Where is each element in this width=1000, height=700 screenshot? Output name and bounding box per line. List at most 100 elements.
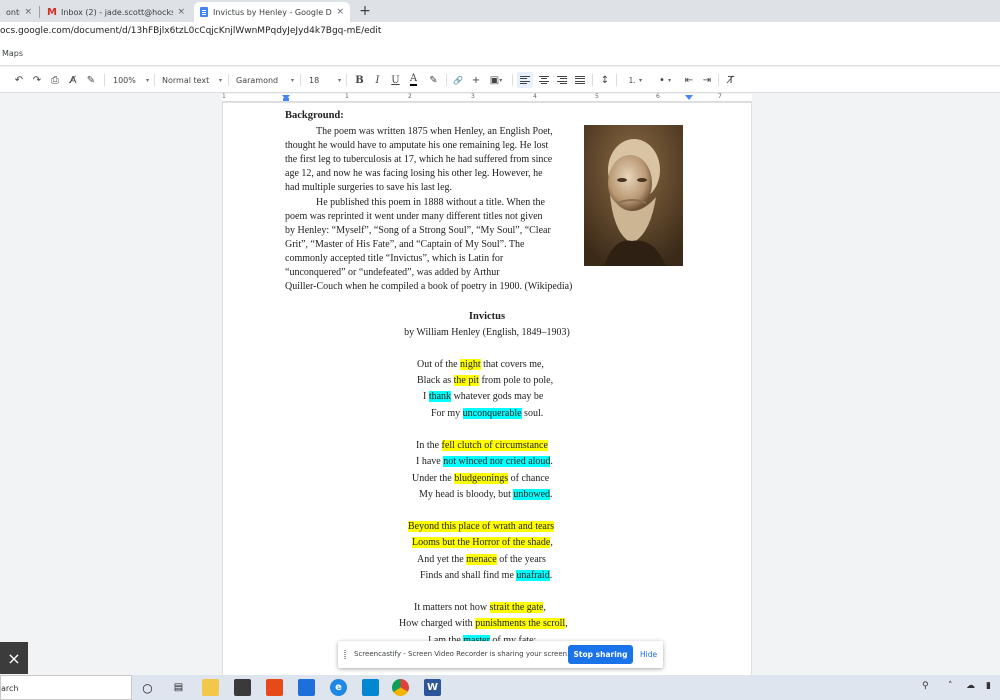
text-line: “unconquered” or “undefeated”, was added…	[285, 267, 500, 278]
align-left-button[interactable]	[517, 72, 533, 88]
insert-image-button[interactable]: ▣ ▾	[487, 72, 505, 88]
underline-button[interactable]: U	[389, 72, 402, 88]
ruler-number: 1	[222, 93, 226, 100]
align-right-button[interactable]	[555, 72, 569, 88]
bookmark-maps[interactable]: Maps	[2, 49, 23, 58]
ruler-number: 2	[408, 93, 412, 100]
comment-icon: +	[471, 74, 481, 86]
stop-sharing-button[interactable]: Stop sharing	[568, 645, 633, 664]
highlight-color-button[interactable]: ✎	[427, 72, 440, 88]
office-icon[interactable]	[266, 679, 283, 696]
ruler-number: 3	[471, 93, 475, 100]
microphone-icon[interactable]: ▮	[986, 681, 991, 691]
insert-link-button[interactable]: 🔗	[451, 72, 465, 88]
decrease-indent-button[interactable]: ⇤	[682, 72, 696, 88]
edge-icon[interactable]: e	[330, 679, 347, 696]
bold-button[interactable]: B	[353, 72, 366, 88]
cortana-icon[interactable]: ○	[139, 679, 156, 696]
new-tab-button[interactable]: +	[356, 2, 374, 20]
increase-indent-button[interactable]: ⇥	[700, 72, 714, 88]
poem-line: For my unconquerable soul.	[431, 408, 544, 419]
redo-button[interactable]: ↷	[30, 72, 44, 88]
toolbar-divider	[300, 74, 301, 86]
chevron-up-icon[interactable]: ˄	[948, 681, 953, 691]
right-indent-marker[interactable]	[685, 95, 693, 100]
hide-button[interactable]: Hide	[640, 650, 657, 659]
highlight-yellow: Beyond this place of wrath and tears	[408, 521, 555, 532]
task-view-icon[interactable]: ▤	[170, 679, 187, 696]
tab-divider	[39, 6, 40, 18]
url-text[interactable]: ocs.google.com/document/d/13hFBjlx6tzL0c…	[0, 26, 381, 36]
align-center-button[interactable]	[537, 72, 551, 88]
paragraph-style-select[interactable]: Normal text ▾	[162, 72, 222, 88]
numbered-list-button[interactable]: ⒈ ▾	[622, 72, 648, 88]
browser-tab-strip: ontranet × M Inbox (2) - jade.scott@hock…	[0, 0, 1000, 22]
screen-share-notification: Screencastify - Screen Video Recorder is…	[338, 641, 663, 668]
style-value: Normal text	[162, 75, 210, 85]
app-icon[interactable]	[362, 679, 379, 696]
chevron-down-icon: ▾	[218, 76, 222, 84]
line-spacing-button[interactable]: ↕	[598, 72, 612, 88]
numbered-list-icon: ⒈	[627, 75, 636, 85]
chevron-down-icon: ▾	[667, 76, 671, 84]
poem-line: Under the bludgeonings of chance	[412, 473, 550, 484]
close-icon[interactable]: ×	[24, 7, 32, 17]
bulleted-list-button[interactable]: • ▾	[652, 72, 678, 88]
word-icon[interactable]: W	[424, 679, 441, 696]
link-icon: 🔗	[453, 75, 463, 85]
highlight-cyan: thank	[428, 391, 452, 402]
poem-line: It matters not how strait the gate,	[414, 602, 546, 613]
henley-portrait-image[interactable]	[584, 125, 683, 266]
toolbar-divider	[616, 74, 617, 86]
zoom-select[interactable]: 100% ▾	[113, 72, 149, 88]
drag-handle-icon[interactable]	[344, 650, 346, 659]
font-size-select[interactable]: 18 ▾	[309, 72, 341, 88]
chrome-icon[interactable]	[392, 679, 409, 696]
chevron-down-icon: ▾	[337, 76, 341, 84]
highlight-yellow: Looms but the Horror of the shade	[412, 537, 551, 548]
close-icon[interactable]: ×	[177, 7, 185, 17]
document-page[interactable]: Background: The poem was written 1875 wh…	[223, 103, 751, 675]
store-icon[interactable]	[234, 679, 251, 696]
people-icon[interactable]: ⚲	[922, 681, 929, 691]
tab-google-docs[interactable]: Invictus by Henley - Google Docs ×	[194, 2, 350, 22]
justify-button[interactable]	[573, 72, 587, 88]
close-icon[interactable]: ×	[336, 7, 344, 17]
file-explorer-icon[interactable]	[202, 679, 219, 696]
bulleted-list-icon: •	[659, 74, 665, 86]
line-spacing-icon: ↕	[600, 74, 610, 86]
highlight-yellow: night	[460, 359, 481, 370]
add-comment-button[interactable]: +	[469, 72, 483, 88]
onedrive-icon[interactable]: ☁	[966, 681, 975, 691]
mail-icon[interactable]	[298, 679, 315, 696]
tab-gmail-inbox[interactable]: M Inbox (2) - jade.scott@hocksd.org ×	[41, 2, 191, 22]
poem-line: Beyond this place of wrath and tears	[408, 521, 555, 532]
search-placeholder: arch	[1, 684, 19, 693]
ruler-number: 5	[595, 93, 599, 100]
taskbar-search-box[interactable]: arch	[0, 675, 132, 700]
close-overlay-button[interactable]: ×	[0, 642, 28, 674]
docs-toolbar: ↶ ↷ ⎙ A̸ ✎ 100% ▾ Normal text ▾ Garamond…	[0, 67, 1000, 93]
paint-format-button[interactable]: ✎	[84, 72, 98, 88]
highlight-cyan: unbowed	[513, 489, 551, 500]
spellcheck-button[interactable]: A̸	[66, 72, 80, 88]
indent-decrease-icon: ⇤	[684, 74, 694, 86]
text-line: poem was reprinted it went under many di…	[285, 211, 543, 222]
text-line: had multiple surgeries to save his last …	[285, 182, 453, 193]
left-indent-marker[interactable]	[283, 98, 289, 101]
tab-intranet[interactable]: ontranet ×	[0, 2, 38, 22]
zoom-value: 100%	[113, 75, 136, 85]
clear-formatting-button[interactable]: T̸	[724, 72, 738, 88]
ruler[interactable]: 1 1 2 3 4 5 6 7	[222, 93, 752, 102]
text-line: thought he would have to amputate his on…	[285, 140, 549, 151]
print-button[interactable]: ⎙	[48, 72, 62, 88]
poem-line: I thank whatever gods may be	[423, 391, 544, 402]
highlight-yellow: menace	[466, 554, 497, 565]
italic-button[interactable]: I	[371, 72, 384, 88]
text-color-button[interactable]: A	[407, 72, 420, 88]
font-value: Garamond	[236, 75, 279, 85]
font-family-select[interactable]: Garamond ▾	[236, 72, 294, 88]
undo-button[interactable]: ↶	[12, 72, 26, 88]
highlight-cyan: unafraid	[516, 570, 550, 581]
address-bar[interactable]: ocs.google.com/document/d/13hFBjlx6tzL0c…	[0, 22, 1000, 44]
